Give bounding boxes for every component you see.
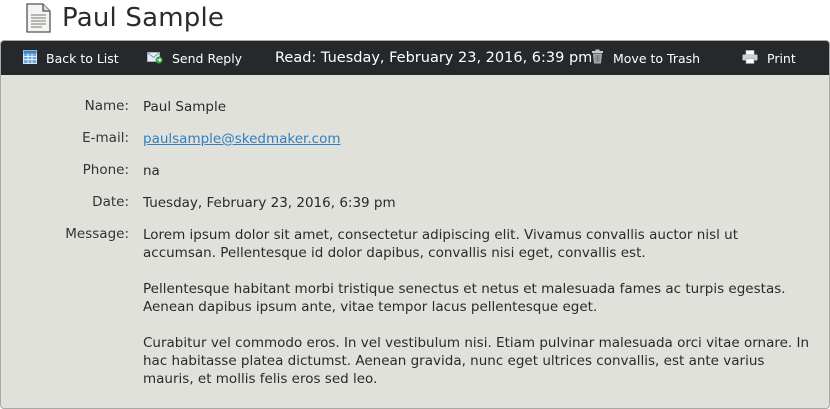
message-paragraph: Lorem ipsum dolor sit amet, consectetur …	[143, 227, 738, 261]
trash-icon	[591, 49, 604, 67]
print-label: Print	[767, 50, 796, 66]
back-to-list-button[interactable]: Back to List	[23, 41, 119, 75]
message-paragraph: Pellentesque habitant morbi tristique se…	[143, 281, 786, 315]
message-details: Name: Paul Sample E-mail: paulsample@ske…	[1, 75, 829, 408]
send-reply-button[interactable]: Send Reply	[147, 41, 242, 75]
email-label: E-mail:	[82, 130, 129, 146]
table-icon	[23, 49, 37, 67]
print-button[interactable]: Print	[742, 41, 796, 75]
send-reply-label: Send Reply	[172, 50, 243, 66]
page-title: Paul Sample	[62, 3, 225, 33]
page-header: Paul Sample	[24, 0, 224, 36]
send-mail-icon	[147, 50, 163, 67]
back-to-list-label: Back to List	[46, 50, 119, 66]
date-label: Date:	[92, 194, 129, 210]
printer-icon	[742, 49, 758, 67]
message-body: Lorem ipsum dolor sit amet, consectetur …	[143, 226, 813, 406]
date-value: Tuesday, February 23, 2016, 6:39 pm	[143, 195, 396, 211]
email-value: paulsample@skedmaker.com	[143, 130, 813, 148]
name-value: Paul Sample	[143, 99, 227, 115]
phone-value: na	[143, 163, 160, 179]
document-icon	[24, 3, 52, 33]
read-status: Read: Tuesday, February 23, 2016, 6:39 p…	[275, 50, 593, 66]
move-to-trash-button[interactable]: Move to Trash	[591, 41, 700, 75]
message-label: Message:	[65, 226, 129, 242]
message-toolbar: Back to List Send Reply Read: Tuesday, F…	[1, 41, 829, 75]
name-label: Name:	[84, 98, 129, 114]
phone-label: Phone:	[82, 162, 129, 178]
email-link[interactable]: paulsample@skedmaker.com	[143, 131, 340, 147]
message-panel: Back to List Send Reply Read: Tuesday, F…	[0, 40, 830, 409]
message-paragraph: Curabitur vel commodo eros. In vel vesti…	[143, 335, 810, 387]
move-to-trash-label: Move to Trash	[613, 50, 701, 66]
